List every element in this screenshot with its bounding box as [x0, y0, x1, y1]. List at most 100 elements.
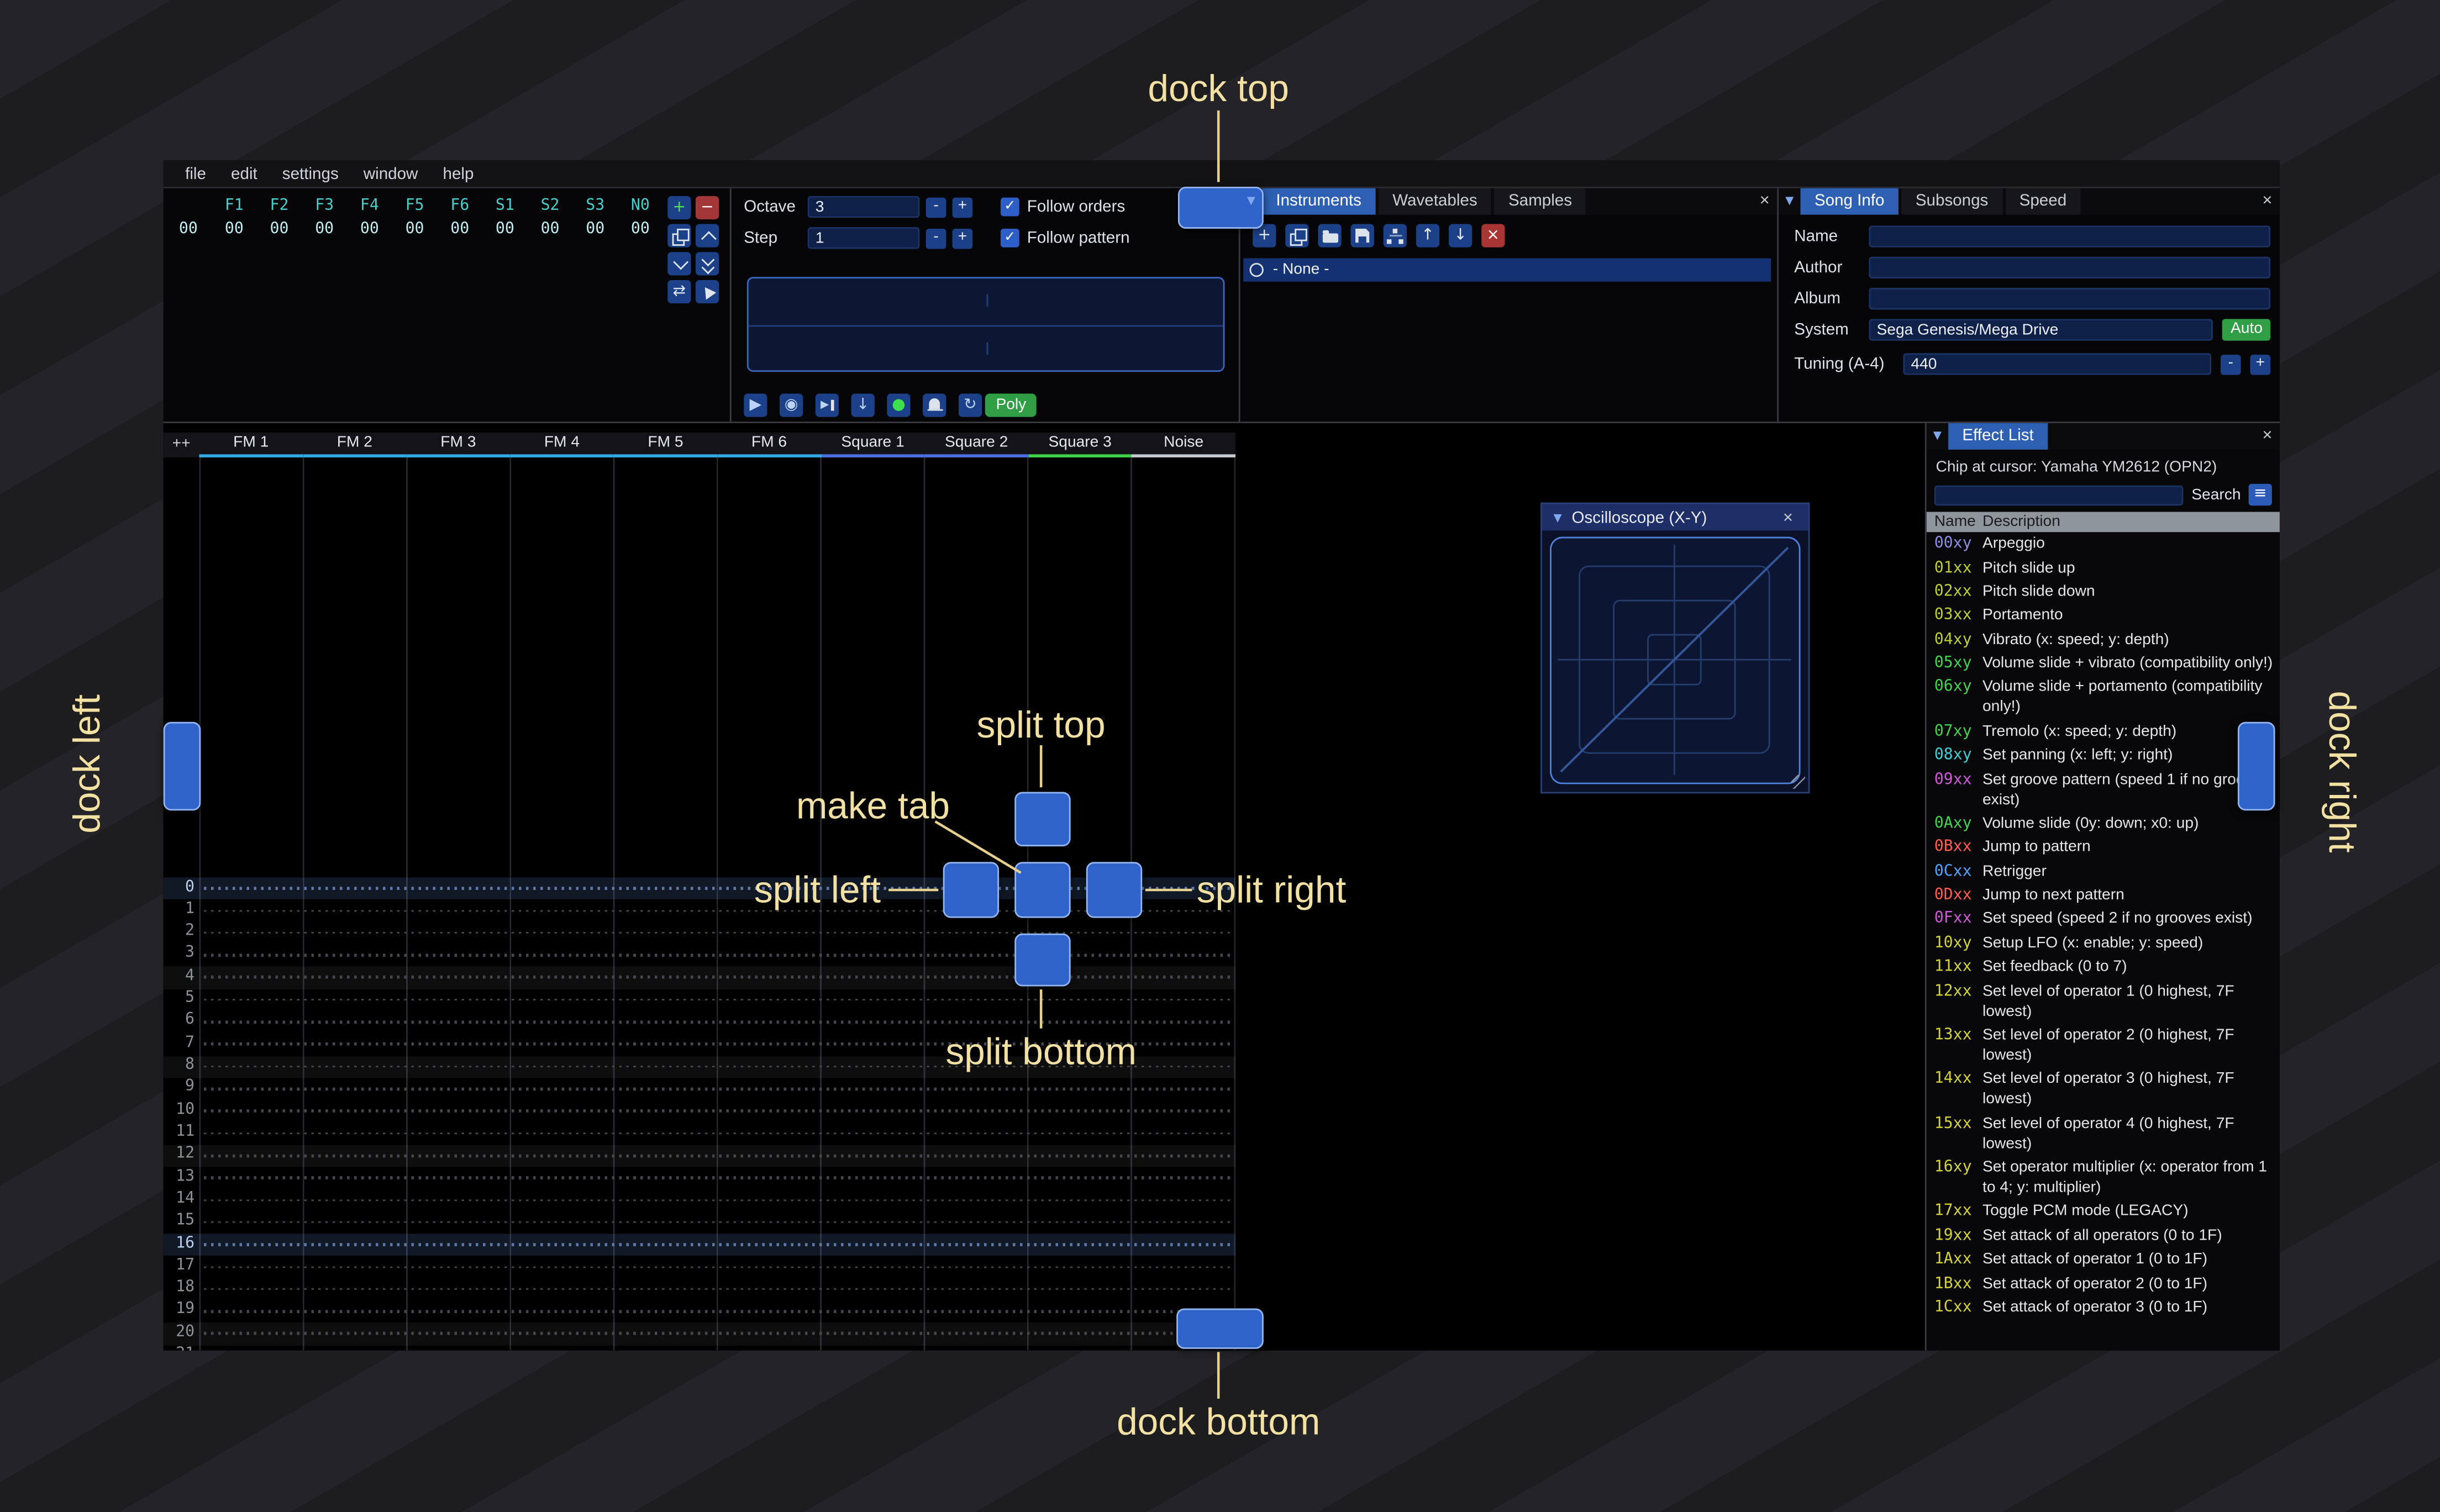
effect-row[interactable]: 0Bxx Jump to pattern: [1927, 836, 2280, 860]
order-cell[interactable]: 00: [437, 221, 482, 238]
pattern-row[interactable]: 15: [164, 1211, 1235, 1234]
effect-row[interactable]: 0Fxx Set speed (speed 2 if no grooves ex…: [1927, 908, 2280, 931]
pattern-row[interactable]: 18: [164, 1278, 1235, 1300]
effect-row[interactable]: 0Cxx Retrigger: [1927, 860, 2280, 883]
pattern-row[interactable]: 4: [163, 966, 1236, 989]
pattern-row[interactable]: 9: [164, 1078, 1235, 1100]
effect-row[interactable]: 04xy Vibrato (x: speed; y: depth): [1927, 628, 2280, 651]
pattern-row[interactable]: 14: [164, 1189, 1235, 1211]
pattern-row[interactable]: 10: [164, 1100, 1235, 1122]
close-icon[interactable]: ×: [2255, 188, 2280, 215]
step-increase-button[interactable]: +: [952, 228, 973, 249]
add-tab-button[interactable]: ++: [164, 433, 199, 457]
pattern-row[interactable]: 16: [163, 1234, 1236, 1256]
polyphony-toggle-button[interactable]: Poly: [985, 393, 1037, 417]
channel-header[interactable]: Square 2: [924, 433, 1028, 458]
split-left-target[interactable]: [943, 862, 1000, 918]
close-icon[interactable]: ×: [1775, 508, 1800, 527]
tuning-decrease-button[interactable]: -: [2220, 354, 2241, 375]
effect-row[interactable]: 09xx Set groove pattern (speed 1 if no g…: [1927, 768, 2280, 812]
effect-row[interactable]: 15xx Set level of operator 4 (0 highest,…: [1927, 1111, 2280, 1156]
order-cell[interactable]: 00: [482, 221, 528, 238]
order-cell[interactable]: 00: [347, 221, 392, 238]
channel-header[interactable]: Square 3: [1028, 433, 1132, 458]
instrument-list-item[interactable]: - None -: [1243, 258, 1771, 282]
dock-bottom-target[interactable]: [1176, 1308, 1264, 1349]
menu-item[interactable]: settings: [270, 162, 351, 184]
channel-header[interactable]: FM 6: [717, 433, 821, 458]
song-info-tab[interactable]: Subsongs: [1901, 188, 2002, 215]
follow-orders-checkbox[interactable]: ✓: [1000, 197, 1019, 217]
search-input[interactable]: [1934, 484, 2184, 505]
order-cell[interactable]: 00: [257, 221, 302, 238]
instrument-move-down-button[interactable]: ↓: [1449, 224, 1473, 247]
song-info-tab[interactable]: Song Info: [1800, 188, 1899, 215]
system-input[interactable]: [1869, 319, 2214, 341]
effect-row[interactable]: 0Dxx Jump to next pattern: [1927, 883, 2280, 907]
window-menu-caret-icon[interactable]: ▼: [1240, 188, 1262, 215]
close-icon[interactable]: ×: [1752, 188, 1777, 215]
effect-row[interactable]: 05xy Volume slide + vibrato (compatibili…: [1927, 652, 2280, 676]
effect-row[interactable]: 01xx Pitch slide up: [1927, 556, 2280, 579]
effect-row[interactable]: 16xy Set operator multiplier (x: operato…: [1927, 1156, 2280, 1200]
dock-left-target[interactable]: [163, 721, 201, 811]
order-duplicate-button[interactable]: [667, 224, 691, 247]
play-pattern-button[interactable]: ◉: [779, 393, 803, 417]
effect-row[interactable]: 00xy Arpeggio: [1927, 532, 2280, 556]
effect-list-tab[interactable]: Effect List: [1948, 423, 2048, 450]
window-menu-caret-icon[interactable]: ▼: [1927, 423, 1948, 450]
octave-decrease-button[interactable]: -: [925, 197, 946, 217]
effect-row[interactable]: 1Bxx Set attack of operator 2 (0 to 1F): [1927, 1272, 2280, 1295]
order-duplicate-end-button[interactable]: [695, 252, 719, 276]
effect-row[interactable]: 10xy Setup LFO (x: enable; y: speed): [1927, 931, 2280, 955]
split-bottom-target[interactable]: [1014, 933, 1071, 987]
metronome-button[interactable]: [923, 393, 946, 417]
pattern-row[interactable]: 5: [164, 989, 1235, 1011]
menu-item[interactable]: edit: [219, 162, 270, 184]
instrument-delete-button[interactable]: ×: [1481, 224, 1505, 247]
instrument-open-button[interactable]: [1318, 224, 1342, 247]
octave-increase-button[interactable]: +: [952, 197, 973, 217]
octave-input[interactable]: [807, 196, 920, 218]
channel-header[interactable]: FM 3: [406, 433, 511, 458]
pattern-row[interactable]: 11: [164, 1123, 1235, 1145]
play-from-cursor-button[interactable]: ▶: [815, 393, 839, 417]
effect-row[interactable]: 14xx Set level of operator 3 (0 highest,…: [1927, 1067, 2280, 1111]
album-input[interactable]: [1869, 288, 2271, 310]
author-input[interactable]: [1869, 256, 2271, 279]
pattern-row[interactable]: 3: [164, 944, 1235, 966]
close-icon[interactable]: ×: [2255, 423, 2280, 450]
instrument-move-up-button[interactable]: ↑: [1416, 224, 1440, 247]
effect-row[interactable]: 03xx Portamento: [1927, 604, 2280, 628]
step-one-row-button[interactable]: ↓: [851, 393, 875, 417]
order-cell[interactable]: 00: [572, 221, 618, 238]
channel-header[interactable]: FM 4: [510, 433, 614, 458]
effect-row[interactable]: 12xx Set level of operator 1 (0 highest,…: [1927, 979, 2280, 1024]
pattern-row[interactable]: 17: [164, 1256, 1235, 1278]
instruments-tab[interactable]: Instruments: [1262, 188, 1376, 215]
dock-right-target[interactable]: [2237, 721, 2275, 811]
instruments-tab[interactable]: Samples: [1494, 188, 1586, 215]
channel-header[interactable]: FM 2: [303, 433, 407, 458]
auto-system-button[interactable]: Auto: [2222, 319, 2271, 341]
effect-row[interactable]: 19xx Set attack of all operators (0 to 1…: [1927, 1224, 2280, 1247]
tuning-increase-button[interactable]: +: [2250, 354, 2271, 375]
effect-row[interactable]: 02xx Pitch slide down: [1927, 580, 2280, 604]
split-top-target[interactable]: [1014, 792, 1071, 847]
step-input[interactable]: [807, 227, 920, 249]
order-cell[interactable]: 00: [392, 221, 438, 238]
pattern-row[interactable]: 20: [163, 1323, 1236, 1345]
pattern-row[interactable]: 12: [163, 1145, 1236, 1167]
order-edit-mode-button[interactable]: [695, 280, 719, 304]
song-info-tab[interactable]: Speed: [2005, 188, 2081, 215]
orders-row[interactable]: 00 00 00 00 00 00 00 00 00 00 00: [171, 221, 663, 238]
order-cell[interactable]: 00: [618, 221, 663, 238]
play-button[interactable]: ▶: [744, 393, 767, 417]
order-remove-button[interactable]: −: [695, 196, 719, 220]
order-add-button[interactable]: +: [667, 196, 691, 220]
instrument-save-button[interactable]: [1350, 224, 1374, 247]
effect-row[interactable]: 11xx Set feedback (0 to 7): [1927, 955, 2280, 979]
effect-row[interactable]: 07xy Tremolo (x: speed; y: depth): [1927, 720, 2280, 744]
record-button[interactable]: ●: [887, 393, 911, 417]
pattern-row[interactable]: 19: [164, 1300, 1235, 1323]
